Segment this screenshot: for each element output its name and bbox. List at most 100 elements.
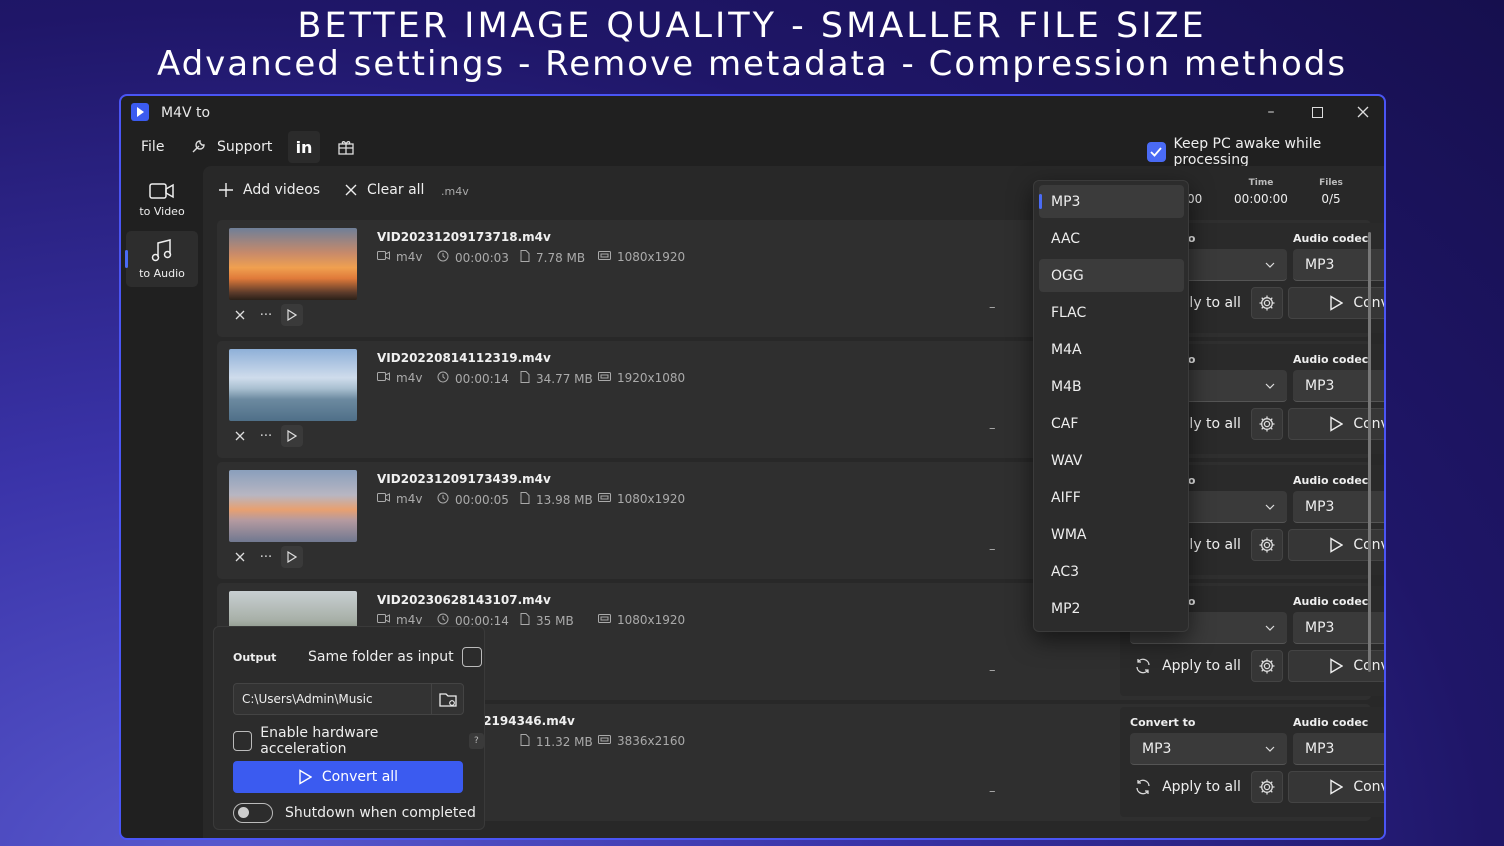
ellipsis-icon: ···: [259, 428, 273, 444]
remove-file-button[interactable]: [229, 425, 251, 447]
clear-all-button[interactable]: Clear all: [345, 182, 424, 198]
dropdown-option[interactable]: WMA: [1039, 518, 1184, 551]
file-icon: [520, 492, 530, 507]
close-icon: [235, 431, 245, 441]
file-resolution: 1080x1920: [598, 250, 685, 264]
dropdown-option[interactable]: OGG: [1039, 259, 1184, 292]
file-card[interactable]: VID20231209173718.m4v m4v 00:00:03 7.78 …: [217, 220, 1384, 337]
shutdown-switch[interactable]: [233, 803, 273, 823]
files-label: Files: [1319, 178, 1343, 188]
settings-button[interactable]: [1251, 287, 1283, 319]
maximize-icon: [1311, 106, 1323, 118]
support-label: Support: [217, 139, 273, 155]
same-folder-checkbox[interactable]: [461, 647, 482, 667]
scrollbar[interactable]: [1368, 232, 1371, 672]
preview-play-button[interactable]: [281, 425, 303, 447]
shutdown-toggle[interactable]: Shutdown when completed: [233, 803, 476, 823]
convert-button[interactable]: Convert: [1288, 650, 1384, 682]
dropdown-option[interactable]: M4A: [1039, 333, 1184, 366]
dropdown-option[interactable]: WAV: [1039, 444, 1184, 477]
sidebar-item-label: to Video: [139, 204, 185, 218]
dropdown-option[interactable]: FLAC: [1039, 296, 1184, 329]
same-folder-label: Same folder as input: [308, 649, 454, 665]
dropdown-option[interactable]: AAC: [1039, 222, 1184, 255]
resolution-icon: [598, 492, 611, 506]
hw-accel-checkbox[interactable]: [233, 731, 253, 751]
codec-select[interactable]: MP3: [1293, 249, 1384, 281]
file-card[interactable]: VID20220814112319.m4v m4v 00:00:14 34.77…: [217, 341, 1384, 458]
chevron-down-icon: [1265, 746, 1275, 752]
dropdown-option[interactable]: MP2: [1039, 592, 1184, 625]
file-icon: [520, 250, 530, 265]
minimize-button[interactable]: –: [1248, 96, 1294, 128]
dropdown-option[interactable]: M4B: [1039, 370, 1184, 403]
browse-folder-button[interactable]: [431, 684, 463, 714]
file-card[interactable]: VID20231209173439.m4v m4v 00:00:05 13.98…: [217, 462, 1384, 579]
file-icon: [520, 613, 530, 628]
file-duration: 00:00:03: [437, 250, 509, 265]
codec-select[interactable]: MP3: [1293, 612, 1384, 644]
file-resolution: 3836x2160: [598, 734, 685, 748]
help-icon[interactable]: ?: [468, 733, 485, 749]
file-ext: m4v: [377, 250, 422, 264]
sidebar-item-to-video[interactable]: to Video: [126, 171, 198, 227]
settings-button[interactable]: [1251, 408, 1283, 440]
preview-play-button[interactable]: [281, 546, 303, 568]
add-videos-label: Add videos: [243, 182, 321, 198]
dropdown-option[interactable]: AIFF: [1039, 481, 1184, 514]
video-camera-icon: [149, 182, 174, 199]
output-panel: Output Same folder as input C:\Users\Adm…: [213, 626, 485, 830]
close-window-button[interactable]: [1340, 96, 1384, 128]
chevron-down-icon: [1265, 262, 1275, 268]
gift-button[interactable]: [330, 131, 362, 163]
codec-select[interactable]: MP3: [1293, 370, 1384, 402]
maximize-button[interactable]: [1294, 96, 1340, 128]
video-thumbnail: [229, 470, 357, 542]
remove-file-button[interactable]: [229, 304, 251, 326]
convert-button[interactable]: Convert: [1288, 287, 1384, 319]
keep-awake-toggle[interactable]: Keep PC awake while processing: [1147, 136, 1384, 168]
codec-select[interactable]: MP3: [1293, 733, 1384, 765]
preview-play-button[interactable]: [281, 304, 303, 326]
sidebar-item-to-audio[interactable]: to Audio: [126, 231, 198, 287]
ellipsis-icon: ···: [259, 549, 273, 565]
convert-button[interactable]: Convert: [1288, 529, 1384, 561]
dropdown-option[interactable]: AC3: [1039, 555, 1184, 588]
keep-awake-checkbox[interactable]: [1147, 142, 1166, 162]
progress-dash: –: [989, 663, 996, 678]
video-file-icon: [377, 250, 390, 264]
same-folder-toggle[interactable]: Same folder as input: [308, 647, 482, 667]
settings-button[interactable]: [1251, 771, 1283, 803]
remove-file-button[interactable]: [229, 546, 251, 568]
close-icon: [345, 184, 357, 196]
more-options-button[interactable]: ···: [255, 304, 277, 326]
output-path-value: C:\Users\Admin\Music: [242, 692, 373, 706]
convert-button[interactable]: Convert: [1288, 408, 1384, 440]
dropdown-option[interactable]: CAF: [1039, 407, 1184, 440]
file-duration: 00:00:14: [437, 371, 509, 386]
plus-icon: [219, 183, 233, 197]
chevron-down-icon: [1265, 504, 1275, 510]
codec-select[interactable]: MP3: [1293, 491, 1384, 523]
settings-button[interactable]: [1251, 650, 1283, 682]
menu-support[interactable]: Support: [189, 132, 272, 162]
format-select[interactable]: MP3: [1130, 733, 1287, 765]
sidebar-item-label: to Audio: [139, 266, 185, 280]
resolution-icon: [598, 371, 611, 385]
output-path-field[interactable]: C:\Users\Admin\Music: [233, 683, 464, 715]
progress-dash: –: [989, 421, 996, 436]
video-file-icon: [377, 613, 390, 627]
convert-all-button[interactable]: Convert all: [233, 761, 463, 793]
convert-button[interactable]: Convert: [1288, 771, 1384, 803]
dropdown-option[interactable]: MP3: [1039, 185, 1184, 218]
linkedin-button[interactable]: in: [288, 131, 320, 163]
more-options-button[interactable]: ···: [255, 546, 277, 568]
add-videos-button[interactable]: Add videos: [219, 182, 320, 198]
hw-accel-toggle[interactable]: Enable hardware acceleration ?: [233, 725, 485, 757]
apply-to-all-button[interactable]: Apply to all: [1130, 650, 1245, 682]
menu-file[interactable]: File: [141, 132, 164, 162]
clock-icon: [437, 492, 449, 507]
apply-to-all-button[interactable]: Apply to all: [1130, 771, 1245, 803]
more-options-button[interactable]: ···: [255, 425, 277, 447]
settings-button[interactable]: [1251, 529, 1283, 561]
